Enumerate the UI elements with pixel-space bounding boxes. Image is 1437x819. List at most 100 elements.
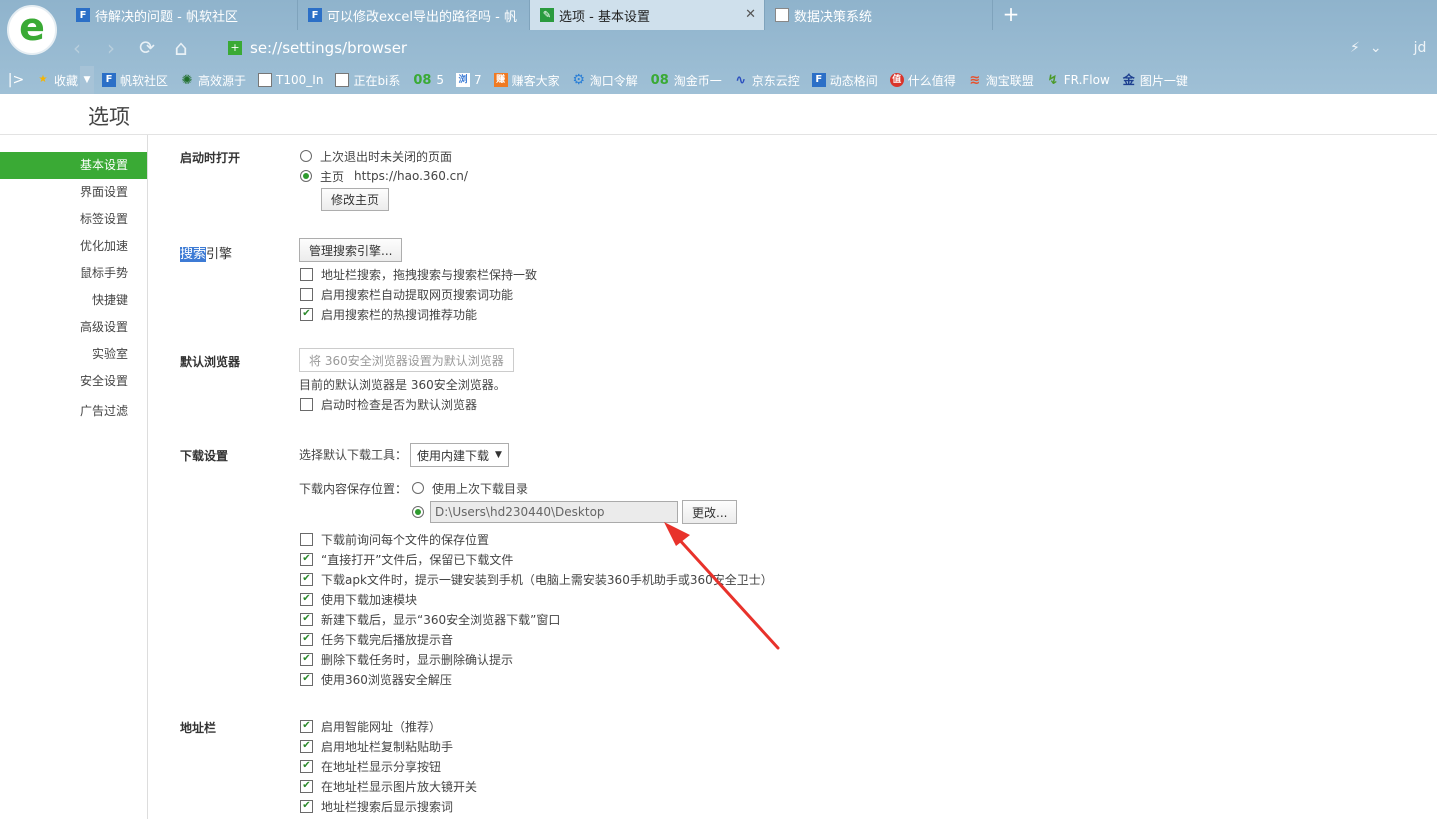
checkbox-row[interactable]: ✔ 删除下载任务时，显示删除确认提示 (300, 649, 513, 669)
checkbox[interactable] (300, 397, 313, 411)
address-bar[interactable]: + (228, 36, 1328, 60)
bookmark-item[interactable]: ≋ 淘宝联盟 (964, 66, 1038, 94)
lightning-icon[interactable]: ⚡ (1350, 40, 1360, 56)
checkbox-row[interactable]: 启动时检查是否为默认浏览器 (300, 394, 477, 414)
sidebar-item-tabs[interactable]: 标签设置 (0, 206, 147, 233)
browser-chrome: e F 待解决的问题 - 帆软社区 F 可以修改excel导出的路径吗 - 帆 … (0, 0, 1437, 94)
change-download-path-button[interactable]: 更改... (682, 500, 738, 524)
bookmark-item[interactable]: T100_In (254, 66, 327, 94)
sidebar-item-shortcuts[interactable]: 快捷键 (0, 287, 147, 314)
checkbox-row[interactable]: ✔ 下载apk文件时，提示一键安装到手机（电脑上需安装360手机助手或360安全… (300, 569, 773, 589)
startup-option-homepage[interactable]: 主页 https://hao.360.cn/ (300, 166, 468, 186)
checkbox[interactable]: ✔ (300, 612, 313, 626)
checkbox[interactable]: ✔ (300, 739, 313, 753)
bookmark-item[interactable]: 赚赚客大家 (490, 66, 564, 94)
bookmark-label: 7 (474, 73, 482, 87)
close-icon[interactable]: ✕ (745, 7, 756, 22)
startup-option-last-session[interactable]: 上次退出时未关闭的页面 (300, 146, 452, 166)
refresh-button[interactable]: ⟳ (134, 34, 160, 62)
bookmark-label: 收藏 (54, 73, 79, 88)
checkbox[interactable] (300, 287, 313, 301)
chevron-down-icon[interactable]: ▼ (80, 66, 95, 94)
bookmark-item[interactable]: F 动态格间 (808, 66, 882, 94)
download-option-last-dir[interactable]: 使用上次下载目录 (412, 478, 528, 498)
user-account[interactable]: jd (1414, 40, 1427, 56)
edit-homepage-button[interactable]: 修改主页 (321, 188, 390, 211)
checkbox-row[interactable]: 地址栏搜索，拖拽搜索与搜索栏保持一致 (300, 264, 537, 284)
taobao-icon: ≋ (969, 72, 981, 88)
checkbox-row[interactable]: ✔ 启用搜索栏的热搜词推荐功能 (300, 304, 477, 324)
radio-button[interactable] (412, 482, 424, 494)
radio-button[interactable] (300, 170, 312, 182)
checkbox-row[interactable]: ✔ 使用下载加速模块 (300, 589, 417, 609)
tab-options-basic-settings[interactable]: ✎ 选项 - 基本设置 ✕ (530, 0, 765, 30)
sidebar-item-basic-settings[interactable]: 基本设置 (0, 152, 147, 179)
home-button[interactable]: ⌂ (168, 34, 194, 62)
bookmark-item[interactable]: ⚙ 淘口令解 (568, 66, 642, 94)
checkbox[interactable]: ✔ (300, 592, 313, 606)
sidebar-item-mouse-gestures[interactable]: 鼠标手势 (0, 260, 147, 287)
radio-button[interactable] (300, 150, 312, 162)
bookmark-item[interactable]: F 帆软社区 (98, 66, 172, 94)
checkbox[interactable]: ✔ (300, 719, 313, 733)
checkbox-row[interactable]: 下载前询问每个文件的保存位置 (300, 529, 489, 549)
checkbox[interactable] (300, 267, 313, 281)
bookmark-item[interactable]: 金图片一键 (1118, 66, 1192, 94)
sidebar-item-interface[interactable]: 界面设置 (0, 179, 147, 206)
forward-button[interactable]: › (98, 34, 124, 62)
checkbox[interactable] (300, 532, 313, 546)
tab-excel-export-path[interactable]: F 可以修改excel导出的路径吗 - 帆 (298, 0, 530, 30)
checkbox-row[interactable]: ✔ 在地址栏显示分享按钮 (300, 756, 441, 776)
download-tool-select[interactable]: 使用内建下载 ▼ (410, 443, 509, 467)
checkbox[interactable]: ✔ (300, 572, 313, 586)
sidebar-item-optimize[interactable]: 优化加速 (0, 233, 147, 260)
sidebar-item-lab[interactable]: 实验室 (0, 341, 147, 368)
bookmark-item[interactable]: 08 5 (408, 66, 448, 94)
chevron-down-icon[interactable]: ⌄ (1370, 40, 1382, 56)
bookmark-item[interactable]: 浏7 (452, 66, 486, 94)
checkbox[interactable]: ✔ (300, 552, 313, 566)
checkbox[interactable]: ✔ (300, 799, 313, 813)
checkbox-row[interactable]: ✔ 地址栏搜索后显示搜索词 (300, 796, 453, 816)
sidebar-item-advanced[interactable]: 高级设置 (0, 314, 147, 341)
address-input[interactable] (250, 39, 1150, 57)
checkbox-label: 新建下载后，显示“360安全浏览器下载”窗口 (321, 612, 561, 627)
checkbox[interactable]: ✔ (300, 759, 313, 773)
checkbox[interactable]: ✔ (300, 672, 313, 686)
checkbox-label: 下载apk文件时，提示一键安装到手机（电脑上需安装360手机助手或360安全卫士… (321, 572, 773, 587)
bookmark-item[interactable]: ∿ 京东云控 (730, 66, 804, 94)
tab-data-decision-system[interactable]: 数据决策系统 (765, 0, 993, 30)
checkbox-row[interactable]: 启用搜索栏自动提取网页搜索词功能 (300, 284, 513, 304)
sidebar-item-ad-filter[interactable]: 广告过滤 (0, 398, 147, 425)
tab-fanruan-questions[interactable]: F 待解决的问题 - 帆软社区 (66, 0, 298, 30)
checkbox[interactable]: ✔ (300, 779, 313, 793)
bookmark-favorites[interactable]: ★ 收藏 ▼ (32, 66, 95, 94)
checkbox[interactable]: ✔ (300, 307, 313, 321)
manage-search-engines-button[interactable]: 管理搜索引擎... (299, 238, 403, 262)
bookmark-item[interactable]: 值什么值得 (886, 66, 960, 94)
checkbox[interactable]: ✔ (300, 652, 313, 666)
download-path-field[interactable] (430, 501, 678, 523)
bookmark-item[interactable]: 08 淘金币一 (646, 66, 726, 94)
checkbox-row[interactable]: ✔ “直接打开”文件后，保留已下载文件 (300, 549, 513, 569)
download-option-custom-dir[interactable] (412, 502, 432, 522)
checkbox-row[interactable]: ✔ 启用智能网址（推荐） (300, 716, 441, 736)
checkbox[interactable]: ✔ (300, 632, 313, 646)
sidebar-toggle-icon[interactable]: |> (0, 72, 32, 88)
browser-logo[interactable]: e (7, 5, 57, 55)
set-default-browser-button[interactable]: 将 360安全浏览器设置为默认浏览器 (299, 348, 514, 372)
bookmark-item[interactable]: 正在bi系 (331, 66, 404, 94)
new-tab-button[interactable]: + (1000, 3, 1022, 27)
checkbox-row[interactable]: ✔ 在地址栏显示图片放大镜开关 (300, 776, 477, 796)
back-button[interactable]: ‹ (64, 34, 90, 62)
checkbox-row[interactable]: ✔ 使用360浏览器安全解压 (300, 669, 452, 689)
document-icon (258, 73, 273, 87)
checkbox-row[interactable]: ✔ 启用地址栏复制粘贴助手 (300, 736, 453, 756)
bookmark-item[interactable]: ↯ FR.Flow (1042, 66, 1114, 94)
checkbox-label: 在地址栏显示分享按钮 (321, 759, 442, 774)
checkbox-row[interactable]: ✔ 任务下载完后播放提示音 (300, 629, 453, 649)
radio-button[interactable] (412, 506, 424, 518)
bookmark-item[interactable]: ✺ 高效源于 (176, 66, 250, 94)
checkbox-row[interactable]: ✔ 新建下载后，显示“360安全浏览器下载”窗口 (300, 609, 560, 629)
sidebar-item-security[interactable]: 安全设置 (0, 368, 147, 395)
